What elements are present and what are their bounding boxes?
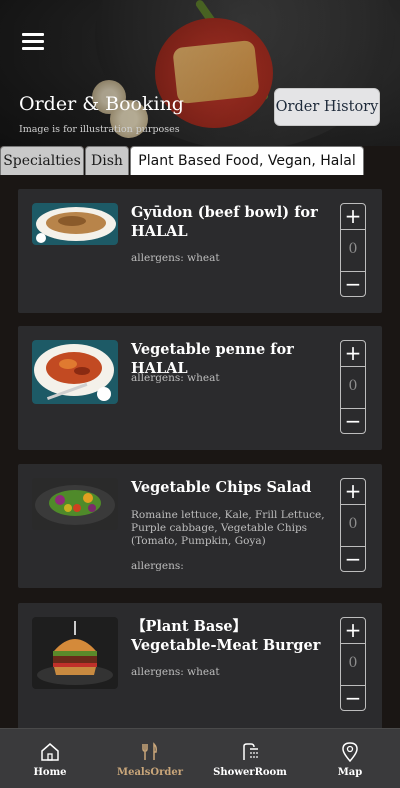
nav-label: Home	[33, 767, 67, 778]
menu-item-card[interactable]: 【Plant Base】Vegetable-Meat Burger allerg…	[18, 603, 382, 728]
dish-image	[32, 617, 118, 689]
nav-shower-room[interactable]: ShowerRoom	[210, 729, 290, 788]
nav-meals-order[interactable]: MealsOrder	[110, 729, 190, 788]
increment-button[interactable]: +	[341, 618, 365, 642]
map-pin-icon	[342, 742, 358, 763]
menu-item-card[interactable]: Vegetable penne for HALAL allergens: whe…	[18, 326, 382, 450]
tab-dish[interactable]: Dish	[85, 146, 129, 175]
quantity-value: 0	[348, 516, 358, 532]
item-allergens: allergens: wheat	[131, 372, 220, 384]
nav-home[interactable]: Home	[20, 729, 80, 788]
stepper-divider	[341, 229, 365, 230]
menu-item-card[interactable]: Vegetable Chips Salad Romaine lettuce, K…	[18, 464, 382, 588]
shower-icon	[243, 743, 258, 760]
stepper-divider	[341, 366, 365, 367]
quantity-stepper: + 0 −	[340, 203, 366, 297]
decrement-button[interactable]: −	[341, 547, 365, 571]
nav-label: ShowerRoom	[213, 767, 287, 778]
increment-button[interactable]: +	[341, 341, 365, 365]
increment-button[interactable]: +	[341, 479, 365, 503]
nav-label: Map	[337, 767, 363, 778]
quantity-value: 0	[348, 655, 358, 671]
item-allergens: allergens: wheat	[131, 666, 220, 678]
nav-map[interactable]: Map	[320, 729, 380, 788]
menu-item-card[interactable]: Gyūdon (beef bowl) for HALAL allergens: …	[18, 189, 382, 313]
item-name: Vegetable Chips Salad	[131, 479, 312, 496]
category-tabs: Specialties Dish Plant Based Food, Vegan…	[0, 146, 400, 175]
tab-plant-based[interactable]: Plant Based Food, Vegan, Halal	[130, 146, 364, 175]
nav-label: MealsOrder	[117, 767, 183, 778]
dish-image	[32, 203, 118, 245]
decrement-button[interactable]: −	[341, 686, 365, 710]
fork-knife-icon	[142, 742, 157, 760]
page-subtitle: Image is for illustration purposes	[19, 124, 180, 135]
stepper-divider	[341, 643, 365, 644]
decrement-button[interactable]: −	[341, 409, 365, 433]
item-name: 【Plant Base】Vegetable-Meat Burger	[131, 618, 321, 654]
quantity-value: 0	[348, 378, 358, 394]
dish-image	[32, 478, 118, 530]
home-icon	[41, 743, 59, 761]
quantity-stepper: + 0 −	[340, 340, 366, 434]
item-allergens: allergens: wheat	[131, 252, 220, 264]
decrement-button[interactable]: −	[341, 272, 365, 296]
dish-image	[32, 340, 118, 404]
tab-specialties[interactable]: Specialties	[0, 146, 84, 175]
hamburger-menu-icon[interactable]	[22, 33, 44, 50]
increment-button[interactable]: +	[341, 204, 365, 228]
page-title: Order & Booking	[19, 93, 184, 115]
menu-list: Gyūdon (beef bowl) for HALAL allergens: …	[0, 175, 400, 728]
stepper-divider	[341, 504, 365, 505]
item-name: Gyūdon (beef bowl) for HALAL	[131, 204, 318, 240]
quantity-stepper: + 0 −	[340, 617, 366, 711]
item-description: Romaine lettuce, Kale, Frill Lettuce, Pu…	[131, 509, 325, 547]
bottom-navigation: Home MealsOrder ShowerRoom Map	[0, 728, 400, 788]
quantity-stepper: + 0 −	[340, 478, 366, 572]
quantity-value: 0	[348, 241, 358, 257]
order-history-button[interactable]: Order History	[274, 88, 380, 126]
item-allergens: allergens:	[131, 560, 184, 572]
